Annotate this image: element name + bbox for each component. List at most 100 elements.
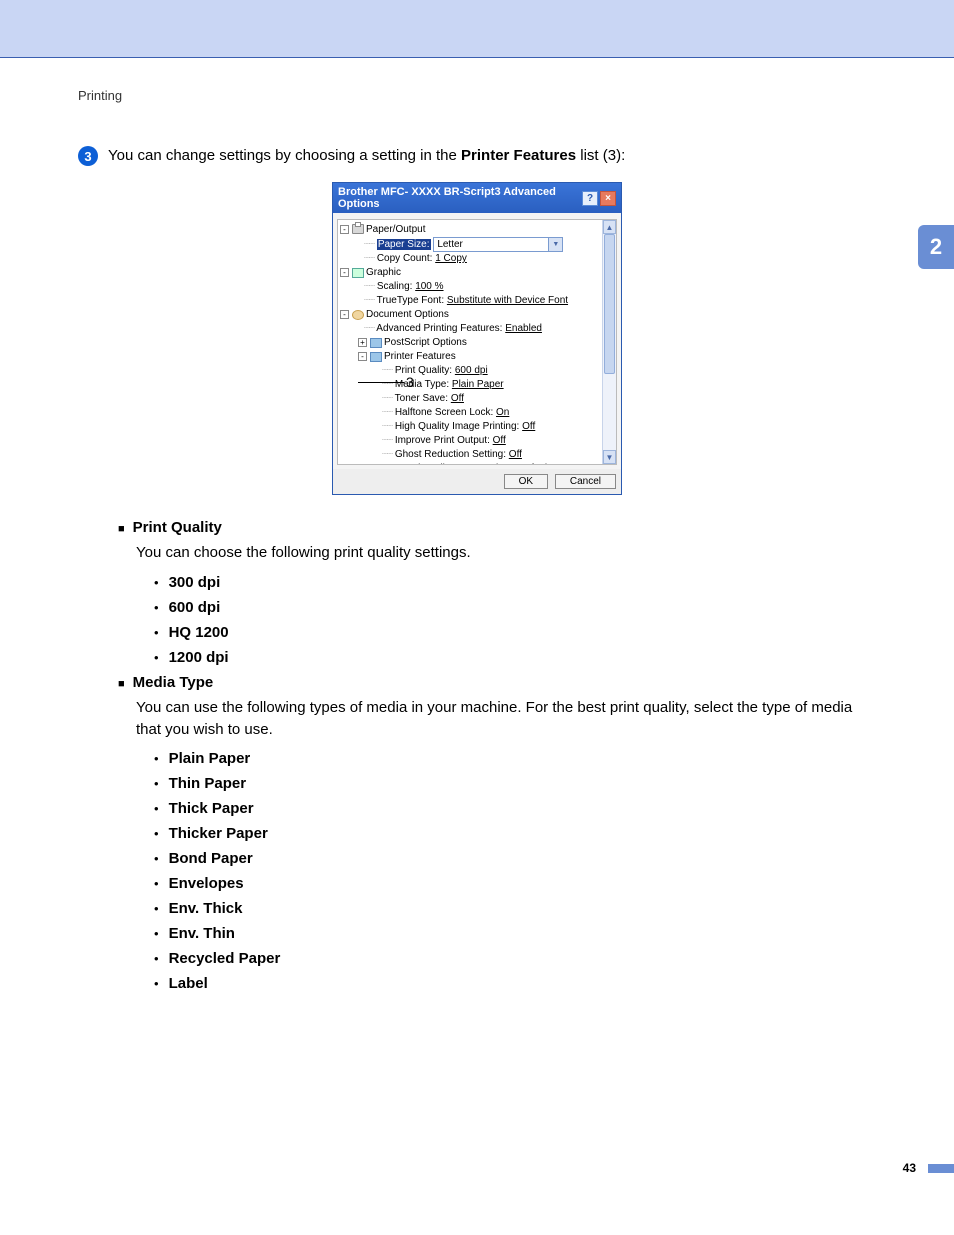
tree-paper-output[interactable]: Paper/Output	[366, 224, 425, 235]
pq-value[interactable]: 600 dpi	[455, 365, 488, 376]
list-item-label: Thicker Paper	[169, 825, 268, 842]
ghost-label[interactable]: Ghost Reduction Setting:	[395, 449, 506, 460]
dot-bullet-icon: •	[154, 776, 159, 791]
paper-size-value: Letter	[437, 239, 463, 250]
collapse-icon[interactable]: -	[340, 225, 349, 234]
list-item: • 300 dpi	[154, 574, 876, 591]
dot-bullet-icon: •	[154, 625, 159, 640]
tree-postscript[interactable]: PostScript Options	[384, 337, 467, 348]
page-number-bar	[928, 1164, 954, 1173]
dot-bullet-icon: •	[154, 600, 159, 615]
dot-bullet-icon: •	[154, 976, 159, 991]
list-item-label: 600 dpi	[169, 599, 221, 616]
tree-doc-options[interactable]: Document Options	[366, 309, 449, 320]
list-item: •Thick Paper	[154, 800, 876, 817]
halftone-value[interactable]: On	[496, 407, 509, 418]
improve-label[interactable]: Improve Print Output:	[395, 435, 490, 446]
list-item: •Env. Thin	[154, 925, 876, 942]
adv-print-value[interactable]: Enabled	[505, 323, 542, 334]
density-label[interactable]: Density Adjustment:	[395, 463, 483, 465]
chevron-down-icon[interactable]: ▼	[548, 238, 562, 251]
tree-graphic[interactable]: Graphic	[366, 267, 401, 278]
collapse-icon[interactable]: -	[340, 268, 349, 277]
toner-value[interactable]: Off	[451, 393, 464, 404]
list-item: •Envelopes	[154, 875, 876, 892]
scroll-down-icon[interactable]: ▼	[603, 450, 616, 464]
pq-label[interactable]: Print Quality:	[395, 365, 452, 376]
close-button[interactable]: ×	[600, 191, 616, 206]
ok-button[interactable]: OK	[504, 474, 548, 489]
improve-value[interactable]: Off	[493, 435, 506, 446]
list-item-label: Env. Thick	[169, 900, 243, 917]
list-item: •1200 dpi	[154, 649, 876, 666]
list-item: •Thicker Paper	[154, 825, 876, 842]
options-tree[interactable]: -Paper/Output ┈┈ Paper Size: Letter▼ ┈┈ …	[337, 219, 617, 465]
list-item-label: Recycled Paper	[169, 950, 281, 967]
list-item: •Label	[154, 975, 876, 992]
top-banner	[0, 0, 954, 58]
hq-value[interactable]: Off	[522, 421, 535, 432]
list-item: • Plain Paper	[154, 750, 876, 767]
feature-heading: ■ Print Quality	[118, 519, 876, 536]
section-header: Printing	[78, 88, 876, 103]
feature-heading-label: Media Type	[133, 674, 214, 691]
printer-icon	[352, 224, 364, 234]
dot-bullet-icon: •	[154, 876, 159, 891]
hq-label[interactable]: High Quality Image Printing:	[395, 421, 520, 432]
dot-bullet-icon: •	[154, 901, 159, 916]
tree-printer-features[interactable]: Printer Features	[384, 351, 456, 362]
list-item: • HQ 1200	[154, 624, 876, 641]
collapse-icon[interactable]: -	[340, 310, 349, 319]
paper-size-combo[interactable]: Letter ▼	[433, 237, 563, 252]
callout-number: 3	[406, 374, 414, 390]
scrollbar[interactable]: ▲ ▼	[602, 220, 616, 464]
folder-icon	[370, 352, 382, 362]
truetype-value[interactable]: Substitute with Device Font	[447, 295, 568, 306]
page-content: Printing 3 You can change settings by ch…	[0, 58, 954, 992]
help-button[interactable]: ?	[582, 191, 598, 206]
square-bullet-icon: ■	[118, 523, 125, 535]
paper-size-label[interactable]: Paper Size:	[377, 239, 431, 250]
media-label[interactable]: Media Type:	[395, 379, 449, 390]
list-item: • Recycled Paper	[154, 950, 876, 967]
advanced-options-dialog: Brother MFC- XXXX BR-Script3 Advanced Op…	[332, 182, 622, 495]
feature-options-list: • 300 dpi • 600 dpi • HQ 1200 •1200 dpi	[154, 574, 876, 666]
truetype-label[interactable]: TrueType Font:	[377, 295, 444, 306]
gear-icon	[352, 310, 364, 320]
list-item-label: 300 dpi	[169, 574, 221, 591]
dot-bullet-icon: •	[154, 951, 159, 966]
dot-bullet-icon: •	[154, 926, 159, 941]
feature-description: You can use the following types of media…	[136, 697, 876, 741]
density-value[interactable]: Printer Default	[486, 463, 550, 465]
cancel-button[interactable]: Cancel	[555, 474, 616, 489]
step-text-after: list (3):	[576, 147, 625, 164]
step-text: You can change settings by choosing a se…	[108, 145, 625, 166]
dialog-titlebar: Brother MFC- XXXX BR-Script3 Advanced Op…	[333, 183, 621, 213]
feature-heading-label: Print Quality	[133, 519, 222, 536]
collapse-icon[interactable]: -	[358, 352, 367, 361]
media-value[interactable]: Plain Paper	[452, 379, 504, 390]
expand-icon[interactable]: +	[358, 338, 367, 347]
scroll-up-icon[interactable]: ▲	[603, 220, 616, 234]
dot-bullet-icon: •	[154, 751, 159, 766]
copy-count-value[interactable]: 1 Copy	[435, 253, 467, 264]
callout-line	[358, 382, 404, 383]
dot-bullet-icon: •	[154, 851, 159, 866]
toner-label[interactable]: Toner Save:	[395, 393, 448, 404]
copy-count-label[interactable]: Copy Count:	[377, 253, 433, 264]
dot-bullet-icon: •	[154, 575, 159, 590]
chapter-tab: 2	[918, 225, 954, 269]
list-item: • 600 dpi	[154, 599, 876, 616]
scroll-thumb[interactable]	[604, 234, 615, 374]
list-item-label: Thin Paper	[169, 775, 247, 792]
adv-print-label[interactable]: Advanced Printing Features:	[376, 323, 502, 334]
ghost-value[interactable]: Off	[509, 449, 522, 460]
halftone-label[interactable]: Halftone Screen Lock:	[395, 407, 493, 418]
list-item: • Thin Paper	[154, 775, 876, 792]
scaling-value[interactable]: 100 %	[415, 281, 443, 292]
page-number: 43	[903, 1161, 916, 1175]
list-item-label: Plain Paper	[169, 750, 251, 767]
scaling-label[interactable]: Scaling:	[377, 281, 413, 292]
list-item-label: HQ 1200	[169, 624, 229, 641]
square-bullet-icon: ■	[118, 678, 125, 690]
